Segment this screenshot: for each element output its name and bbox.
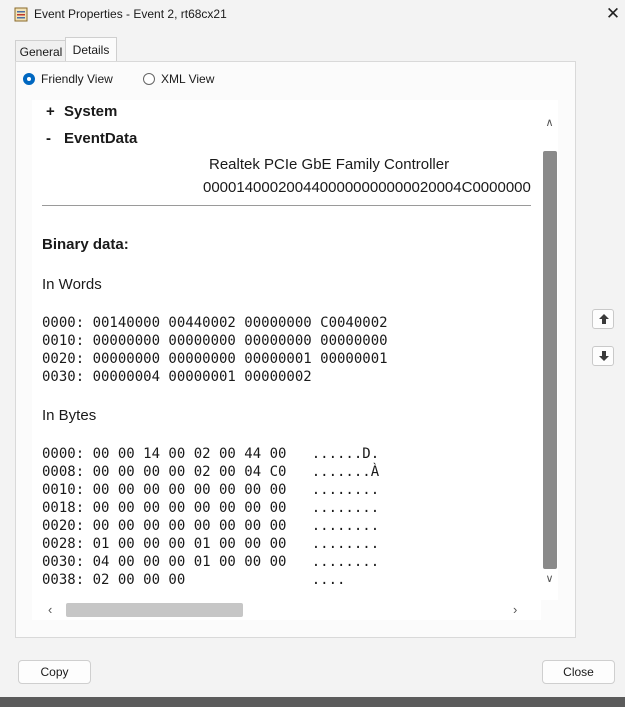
vertical-scrollbar[interactable]: ∧ ∨	[541, 100, 558, 600]
words-line: 0020: 00000000 00000000 00000001 0000000…	[42, 351, 388, 367]
copy-button[interactable]: Copy	[18, 660, 91, 684]
horizontal-scroll-thumb[interactable]	[66, 603, 243, 617]
vertical-scroll-thumb[interactable]	[543, 151, 557, 569]
window-title: Event Properties - Event 2, rt68cx21	[34, 7, 227, 21]
xml-view-label: XML View	[161, 72, 215, 86]
radio-unselected-indicator[interactable]	[143, 73, 155, 85]
scroll-up-icon[interactable]: ∧	[541, 116, 558, 130]
in-bytes-title: In Bytes	[42, 407, 97, 424]
words-line: 0000: 00140000 00440002 00000000 C004000…	[42, 315, 388, 331]
expand-toggle[interactable]: +	[46, 103, 64, 120]
eventdata-node-label: EventData	[64, 130, 138, 147]
close-button[interactable]: Close	[542, 660, 615, 684]
arrow-down-icon	[599, 351, 609, 361]
xml-view-radio[interactable]: XML View	[143, 72, 214, 86]
bytes-line: 0030: 04 00 00 00 01 00 00 00 ........	[42, 554, 380, 570]
tab-general[interactable]: General	[15, 40, 67, 63]
previous-event-button[interactable]	[592, 309, 614, 329]
horizontal-scrollbar[interactable]: ‹ ›	[32, 600, 541, 620]
system-node[interactable]: + System	[46, 103, 117, 120]
system-node-label: System	[64, 103, 118, 120]
bytes-line: 0020: 00 00 00 00 00 00 00 00 ........	[42, 518, 380, 534]
words-line: 0030: 00000004 00000001 00000002	[42, 369, 312, 385]
friendly-view-radio[interactable]: Friendly View	[23, 72, 113, 86]
title-bar: Event Properties - Event 2, rt68cx21 ✕	[0, 0, 625, 30]
event-properties-window: Event Properties - Event 2, rt68cx21 ✕ G…	[0, 0, 625, 697]
bytes-line: 0028: 01 00 00 00 01 00 00 00 ........	[42, 536, 380, 552]
bytes-line: 0010: 00 00 00 00 00 00 00 00 ........	[42, 482, 380, 498]
eventdata-value: Realtek PCIe GbE Family Controller	[209, 156, 450, 173]
radio-selected-indicator[interactable]	[23, 73, 35, 85]
bytes-line: 0008: 00 00 00 00 02 00 04 C0 .......À	[42, 464, 380, 480]
event-viewer-icon	[14, 7, 28, 22]
event-details-view: + System - EventData Realtek PCIe GbE Fami…	[32, 100, 541, 600]
scroll-down-icon[interactable]: ∨	[541, 572, 558, 586]
arrow-up-icon	[599, 314, 609, 324]
scroll-right-icon[interactable]: ›	[513, 602, 517, 617]
next-event-button[interactable]	[592, 346, 614, 366]
collapse-toggle[interactable]: -	[46, 130, 64, 147]
friendly-view-label: Friendly View	[41, 72, 113, 86]
close-icon[interactable]: ✕	[600, 2, 625, 26]
eventdata-node[interactable]: - EventData	[46, 130, 137, 147]
bytes-line: 0038: 02 00 00 00 ....	[42, 572, 346, 588]
bytes-line: 0018: 00 00 00 00 00 00 00 00 ........	[42, 500, 380, 516]
tab-details[interactable]: Details	[65, 37, 117, 63]
binary-data-title: Binary data:	[42, 236, 129, 253]
divider	[42, 205, 531, 206]
scroll-left-icon[interactable]: ‹	[48, 602, 52, 617]
words-line: 0010: 00000000 00000000 00000000 0000000…	[42, 333, 388, 349]
eventdata-value: 0000140002004400000000000020004C0000000	[203, 179, 531, 196]
bytes-line: 0000: 00 00 14 00 02 00 44 00 ......D.	[42, 446, 380, 462]
in-words-title: In Words	[42, 276, 102, 293]
